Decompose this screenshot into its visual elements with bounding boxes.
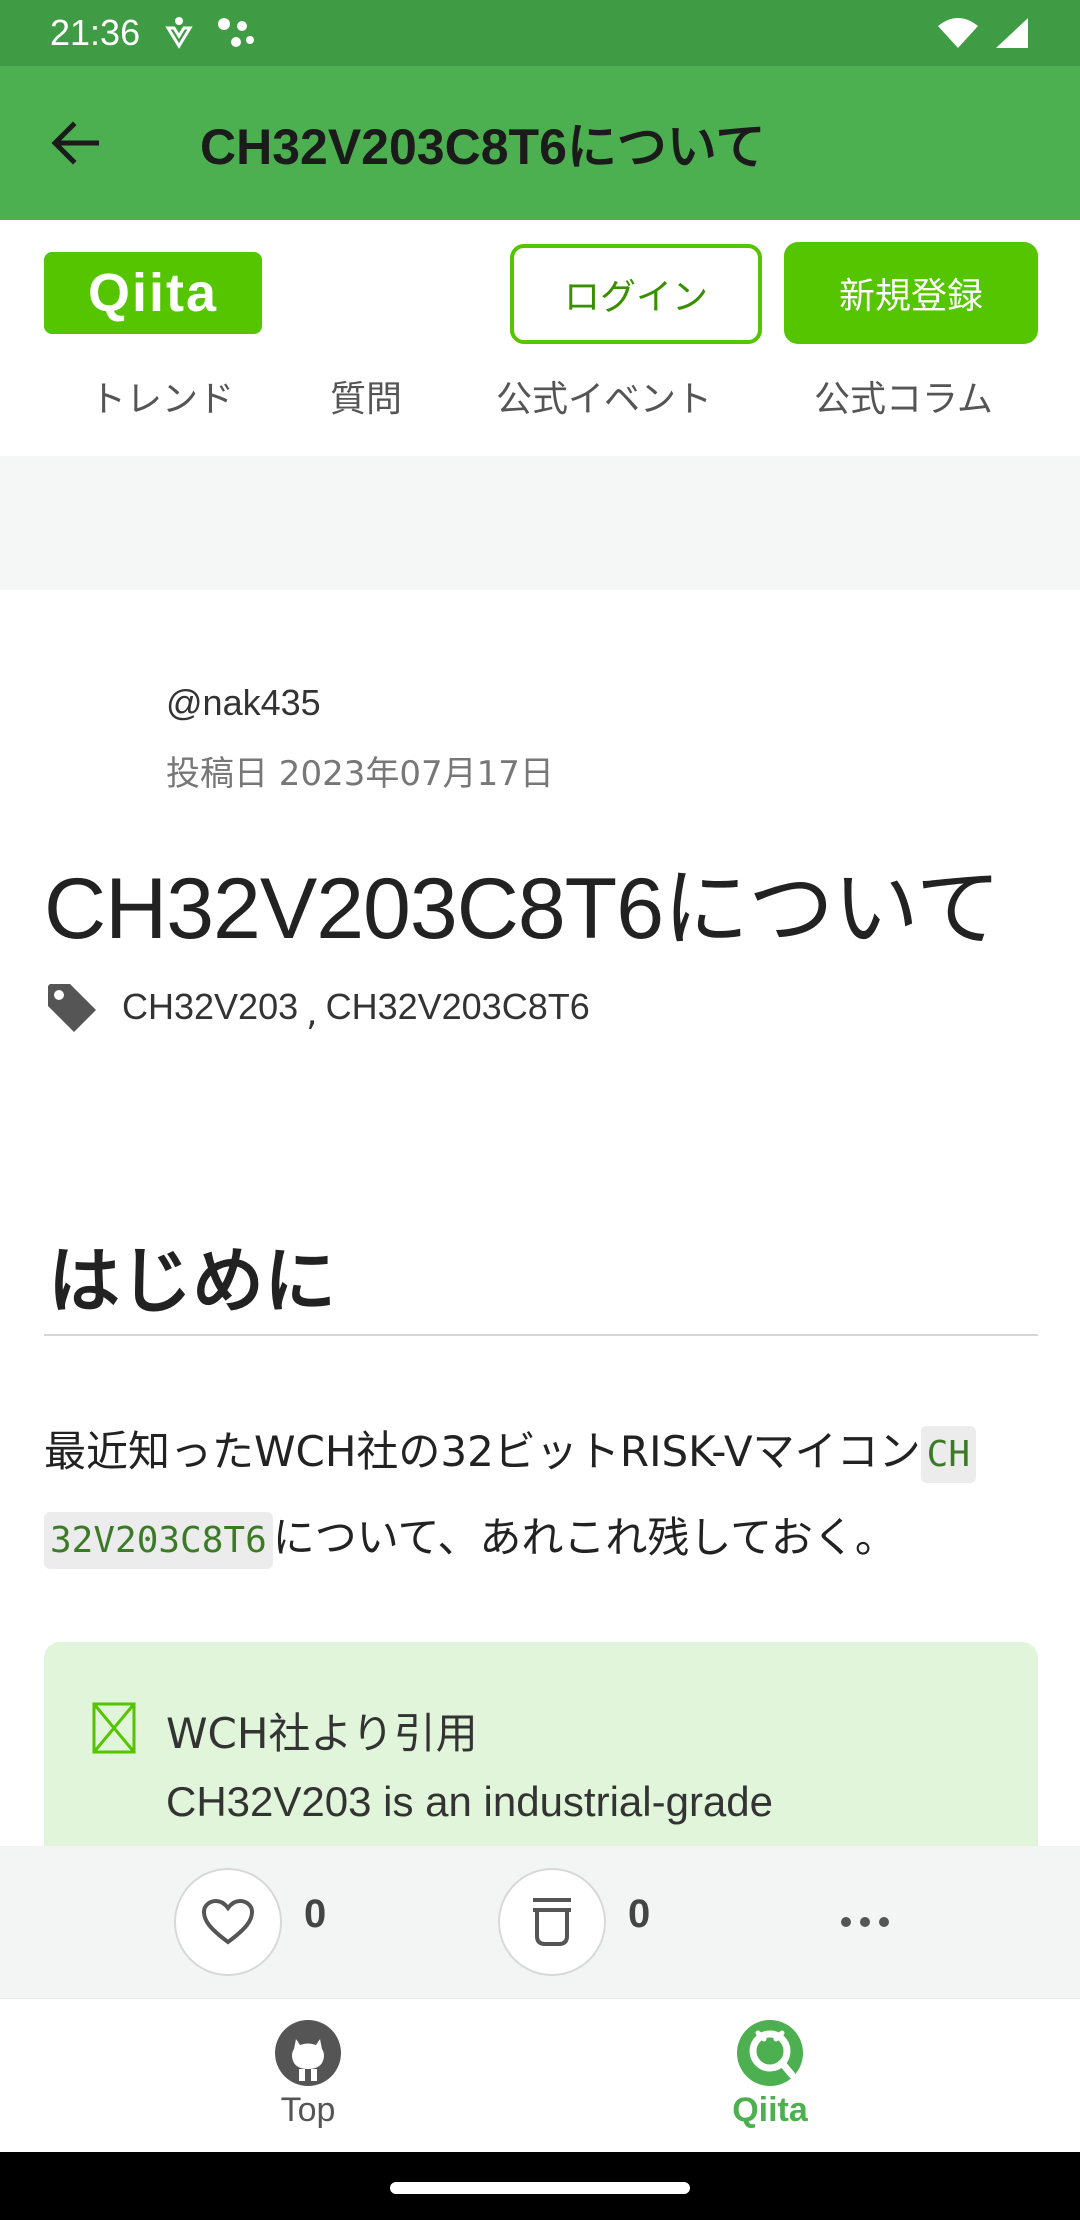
inline-code: CH [920,1426,977,1483]
author-name[interactable]: @nak435 [166,682,321,724]
more-options-button[interactable] [830,1882,900,1962]
qiita-search-icon [737,2020,803,2086]
login-button[interactable]: ログイン [510,244,762,344]
arrow-back-icon [51,121,99,165]
tag-list: CH32V203 , CH32V203C8T6 [44,980,590,1034]
more-horizontal-icon [841,1917,889,1927]
system-navigation-bar [0,2152,1080,2220]
bottom-nav-qiita[interactable]: Qiita [650,2019,890,2130]
accessibility-icon [165,17,193,49]
stock-count: 0 [628,1892,651,1936]
assistant-dots-icon [218,18,255,47]
nav-tab-trend[interactable]: トレンド [90,370,234,422]
article-title: CH32V203C8T6について [44,861,1001,957]
section-heading: はじめに [48,1239,337,1323]
bottom-nav-top[interactable]: Top [188,2019,428,2130]
bottom-nav-label: Top [280,2091,336,2129]
stock-button[interactable] [498,1868,606,1976]
like-button[interactable] [174,1868,282,1976]
tag-item[interactable]: CH32V203C8T6 [326,986,590,1028]
site-header: Qiita ログイン 新規登録 トレンド 質問 公式イベント 公式コラム [0,220,1080,456]
paragraph-text: について、あれこれ残しておく。 [272,1513,897,1562]
tag-icon [48,984,96,1032]
qiita-logo[interactable]: Qiita [44,252,262,334]
heart-icon [201,1898,255,1945]
broken-image-icon [92,1702,136,1754]
ad-banner-area [0,456,1080,590]
signup-button[interactable]: 新規登録 [784,242,1038,344]
tag-item[interactable]: CH32V203 [122,986,298,1028]
nav-tab-columns[interactable]: 公式コラム [814,370,993,422]
screen: 21:36 CH32V203C8T6について Qiita ログイン 新規登録 ト… [0,0,1080,2220]
app-bar: CH32V203C8T6について [0,66,1080,220]
github-icon [275,2020,341,2086]
site-nav: トレンド 質問 公式イベント 公式コラム [0,370,1080,450]
like-count: 0 [304,1892,327,1936]
back-button[interactable] [0,66,150,220]
bottom-navigation: Top Qiita [0,1998,1080,2152]
nav-tab-events[interactable]: 公式イベント [496,370,712,422]
status-bar: 21:36 [0,0,1080,66]
home-gesture-handle[interactable] [390,2182,690,2194]
posted-date: 投稿日 2023年07月17日 [166,754,554,794]
signal-icon [996,18,1028,48]
quote-block: WCH社より引用 CH32V203 is an industrial-grade [44,1642,1038,1862]
paragraph-line: 最近知ったWCH社の32ビットRISK-Vマイコン CH [44,1418,977,1483]
app-bar-title: CH32V203C8T6について [200,119,766,175]
bottom-nav-label: Qiita [732,2091,808,2129]
status-time: 21:36 [50,12,141,53]
quote-title: WCH社より引用 [166,1709,478,1758]
action-bar: 0 0 [0,1846,1080,1998]
inline-code: 32V203C8T6 [44,1512,273,1569]
quote-text: CH32V203 is an industrial-grade [166,1778,774,1825]
paragraph-text: 最近知ったWCH社の32ビットRISK-Vマイコン [44,1427,921,1476]
nav-tab-questions[interactable]: 質問 [330,370,402,422]
wifi-icon [938,18,978,48]
paragraph-line: 32V203C8T6 について、あれこれ残しておく。 [44,1504,897,1569]
stock-icon [533,1898,571,1946]
tag-separator: , [306,992,318,1034]
section-divider [44,1334,1038,1336]
